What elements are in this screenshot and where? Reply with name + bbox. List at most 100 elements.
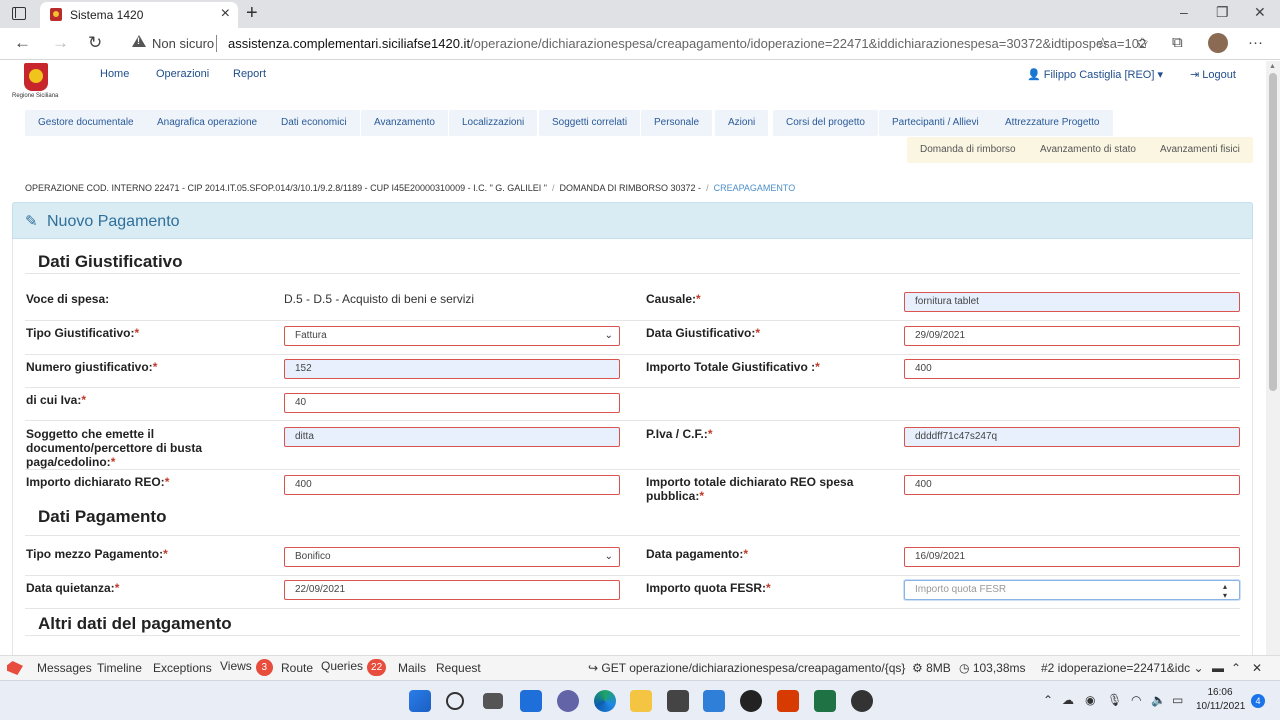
dell-icon[interactable] [740,690,762,712]
user-name: Filippo Castiglia [REO] [1043,69,1155,81]
tab-attrezzature-progetto[interactable]: Attrezzature Progetto [992,110,1113,136]
back-icon[interactable]: ← [14,33,31,53]
favorites-icon[interactable]: ✩ [1136,34,1149,52]
new-tab-icon[interactable]: + [246,2,258,25]
teams-chat-icon[interactable] [557,690,579,712]
breadcrumb-domanda[interactable]: DOMANDA DI RIMBORSO 30372 - [560,183,702,193]
tab-avanzamento[interactable]: Avanzamento [361,110,448,136]
site-logo[interactable]: Regione Siciliana [12,61,62,101]
tab-anagrafica-operazione[interactable]: Anagrafica operazione [144,110,271,136]
debug-tab-timeline[interactable]: Timeline [97,661,142,675]
system-clock[interactable]: 16:06 10/11/2021 [1196,686,1245,714]
folder-open-icon[interactable]: ▬ [1212,661,1224,675]
tab-localizzazioni[interactable]: Localizzazioni [449,110,538,136]
tab-avanzamenti-fisici[interactable]: Avanzamenti fisici [1147,137,1253,163]
importo-totale-reo-input[interactable]: 400 [904,475,1240,495]
request-select[interactable]: #2 idoperazione=22471&idc ⌄ [1041,661,1204,675]
close-tab-icon[interactable]: × [221,5,230,23]
scrollbar-thumb[interactable] [1269,73,1277,391]
maximize-icon[interactable]: ❐ [1216,4,1229,21]
data-quietanza-input[interactable]: 22/09/2021 [284,580,620,600]
profile-avatar[interactable] [1208,33,1228,53]
tab-dati-economici[interactable]: Dati economici [268,110,360,136]
debug-tab-exceptions[interactable]: Exceptions [153,661,212,675]
request-time: ◷ 103,38ms [959,661,1026,675]
mail-icon[interactable] [703,690,725,712]
edge-icon[interactable] [594,690,616,712]
store-icon[interactable] [667,690,689,712]
tab-gestore-documentale[interactable]: Gestore documentale [25,110,147,136]
web-page: Regione Siciliana Home Operazioni Report… [0,61,1266,655]
data-giustificativo-input[interactable]: 29/09/2021 [904,326,1240,346]
tray-chevron-icon[interactable]: ⌃ [1043,693,1053,707]
nav-home[interactable]: Home [100,68,129,80]
importo-reo-input[interactable]: 400 [284,475,620,495]
start-icon[interactable] [409,690,431,712]
notifications-badge[interactable]: 4 [1251,694,1265,708]
tab-personale[interactable]: Personale [641,110,713,136]
add-favorite-icon[interactable]: ☆ [1096,34,1109,52]
spreadsheet-icon[interactable] [814,690,836,712]
search-icon[interactable] [446,692,464,710]
tab-domanda-di-rimborso[interactable]: Domanda di rimborso [907,137,1029,163]
section-title-altri: Altri dati del pagamento [38,614,232,633]
tab-azioni[interactable]: Azioni [715,110,769,136]
microphone-icon[interactable]: 🎙 [1107,693,1122,707]
nav-operazioni[interactable]: Operazioni [156,68,209,80]
tab-partecipanti-allievi[interactable]: Partecipanti / Allievi [879,110,992,136]
breadcrumb-operazione[interactable]: OPERAZIONE COD. INTERNO 22471 - CIP 2014… [25,183,547,193]
nav-report[interactable]: Report [233,68,266,80]
number-spinner-icon[interactable]: ▴ ▾ [1223,581,1227,600]
logo-text: Regione Siciliana [12,93,59,99]
fesr-input[interactable]: Importo quota FESR ▴ ▾ [904,580,1240,600]
debug-tab-route[interactable]: Route [281,661,313,675]
tab-avanzamento-di-stato[interactable]: Avanzamento di stato [1027,137,1149,163]
importo-totale-input[interactable]: 400 [904,359,1240,379]
security-label[interactable]: Non sicuro [152,36,214,51]
debug-tab-queries[interactable]: Queries 22 [321,659,387,676]
onedrive-icon[interactable]: ☁ [1062,693,1074,707]
file-explorer-icon[interactable] [630,690,652,712]
piva-input[interactable]: ddddff71c47s247q [904,427,1240,447]
wifi-icon[interactable]: ◠ [1131,693,1141,707]
volume-icon[interactable]: 🔈 [1151,693,1166,707]
collections-icon[interactable]: ⧉ [1172,34,1183,51]
close-debugbar-icon[interactable]: ✕ [1252,661,1262,675]
more-icon[interactable]: ··· [1248,34,1263,51]
browser-tab[interactable]: Sistema 1420 × [40,2,238,28]
logout-link[interactable]: ⇥ Logout [1190,68,1236,81]
tab-actions-icon[interactable] [12,7,26,20]
debug-tab-views[interactable]: Views 3 [220,659,273,676]
battery-icon[interactable]: ▭ [1172,693,1183,707]
tab-corsi-del-progetto[interactable]: Corsi del progetto [773,110,878,136]
office-icon[interactable] [777,690,799,712]
debug-tab-messages[interactable]: Messages [37,661,92,675]
tab-soggetti-correlati[interactable]: Soggetti correlati [539,110,641,136]
warning-icon[interactable] [132,35,146,47]
minimize-icon[interactable]: – [1180,4,1188,20]
task-view-icon[interactable] [483,693,503,709]
url-field[interactable]: assistenza.complementari.siciliafse1420.… [228,36,1146,51]
tipo-giustificativo-select[interactable]: Fattura ⌄ [284,326,620,346]
iva-input[interactable]: 40 [284,393,620,413]
widgets-icon[interactable] [520,690,542,712]
scroll-up-icon[interactable]: ▲ [1269,63,1276,70]
chevron-up-icon[interactable]: ⌃ [1231,661,1241,675]
data-pagamento-input[interactable]: 16/09/2021 [904,547,1240,567]
divider [25,469,1240,470]
close-window-icon[interactable]: ✕ [1254,4,1266,21]
soggetto-input[interactable]: ditta [284,427,620,447]
tipo-mezzo-select[interactable]: Bonifico ⌄ [284,547,620,567]
data-quietanza-label: Data quietanza:* [26,581,120,595]
debugbar-logo-icon[interactable] [7,661,23,675]
numero-giustificativo-input[interactable]: 152 [284,359,620,379]
forward-icon[interactable]: → [52,33,69,53]
tray-app-icon[interactable]: ◉ [1085,693,1095,707]
page-scrollbar[interactable]: ▲ [1266,61,1280,655]
causale-input[interactable]: fornitura tablet [904,292,1240,312]
reload-icon[interactable]: ↻ [88,33,102,53]
obs-icon[interactable] [851,690,873,712]
debug-tab-request[interactable]: Request [436,661,481,675]
debug-tab-mails[interactable]: Mails [398,661,426,675]
user-menu[interactable]: 👤 Filippo Castiglia [REO] ▾ [1027,68,1163,81]
